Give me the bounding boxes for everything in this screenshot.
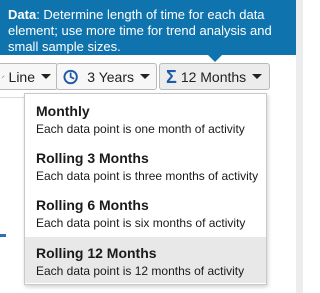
menu-item-rolling-3-months[interactable]: Rolling 3 Months Each data point is thre…: [25, 142, 266, 188]
chevron-down-icon: [41, 74, 51, 79]
menu-item-title: Rolling 3 Months: [36, 150, 149, 166]
clock-icon: [63, 69, 78, 84]
menu-item-description: Each data point is 12 months of activity: [36, 264, 245, 278]
aggregation-dropdown[interactable]: Σ 12 Months: [159, 63, 270, 90]
menu-item-title: Rolling 12 Months: [36, 245, 157, 261]
chevron-down-icon: [252, 74, 263, 79]
tooltip-pointer: [208, 55, 222, 62]
background-divider: [0, 97, 24, 98]
menu-item-monthly[interactable]: Monthly Each data point is one month of …: [25, 95, 266, 141]
aggregation-label: 12 Months: [180, 68, 247, 85]
tooltip-title: Data: [8, 7, 37, 22]
background-chart-fragment: [0, 234, 6, 237]
chevron-down-icon: [140, 74, 150, 79]
chart-type-dropdown[interactable]: Line: [0, 63, 58, 90]
menu-item-description: Each data point is three months of activ…: [36, 169, 259, 183]
menu-item-description: Each data point is one month of activity: [36, 122, 245, 136]
menu-item-rolling-12-months[interactable]: Rolling 12 Months Each data point is 12 …: [25, 237, 266, 283]
menu-item-description: Each data point is six months of activit…: [36, 216, 246, 230]
time-range-label: 3 Years: [87, 68, 134, 85]
sigma-icon: Σ: [166, 66, 177, 87]
data-tooltip: Data: Determine length of time for each …: [0, 0, 296, 55]
chart-type-label: Line: [8, 68, 35, 85]
menu-item-title: Monthly: [36, 103, 90, 119]
menu-item-rolling-6-months[interactable]: Rolling 6 Months Each data point is six …: [25, 189, 266, 235]
menu-item-title: Rolling 6 Months: [36, 197, 149, 213]
line-chart-icon: [2, 75, 5, 78]
aggregation-menu: Monthly Each data point is one month of …: [24, 93, 267, 285]
scrollbar-track[interactable]: [296, 0, 303, 293]
page: Data: Determine length of time for each …: [0, 0, 303, 293]
tooltip-text: : Determine length of time for each data…: [8, 7, 272, 54]
time-range-dropdown[interactable]: 3 Years: [56, 63, 157, 90]
